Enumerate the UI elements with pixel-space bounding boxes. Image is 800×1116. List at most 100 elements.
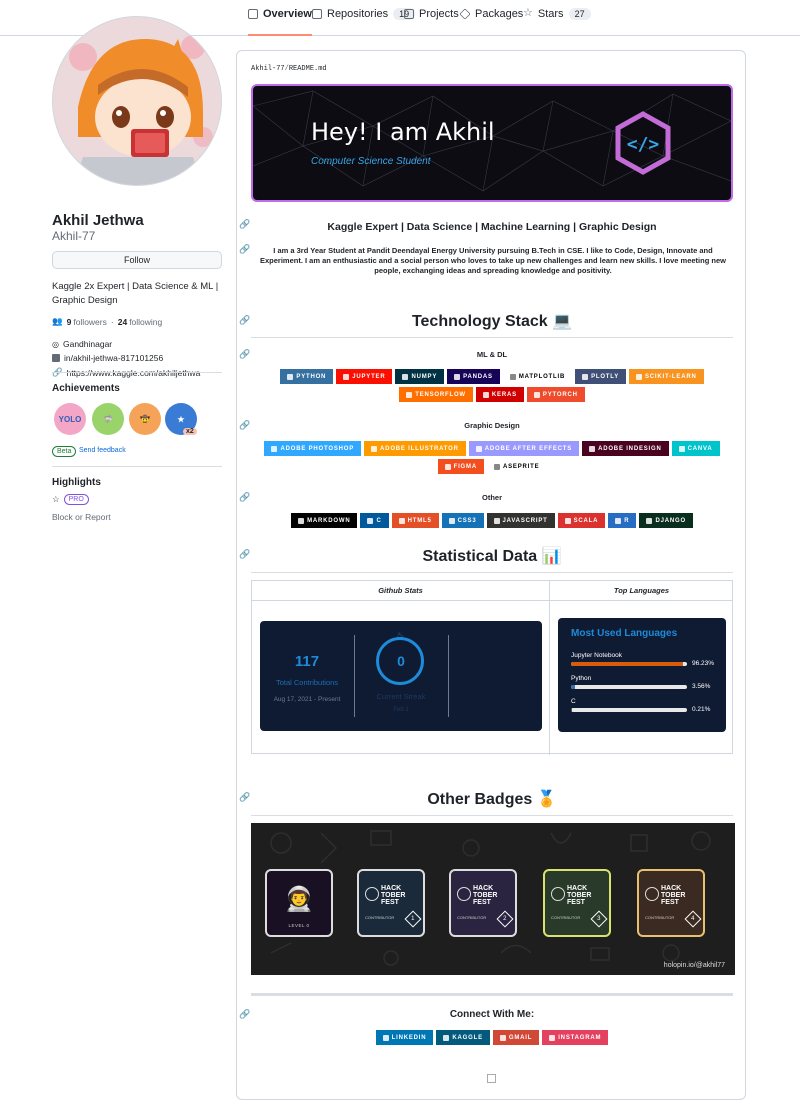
language-bar-fill <box>571 685 576 689</box>
following-link[interactable]: 24 following <box>118 317 163 327</box>
badge-label: KERAS <box>491 391 517 398</box>
css3-badge[interactable]: CSS3 <box>441 513 484 528</box>
send-feedback-link[interactable]: Send feedback <box>79 447 126 454</box>
streak-card[interactable]: 117 Total Contributions Aug 17, 2021 - P… <box>260 621 542 731</box>
readme-path-user[interactable]: Akhil-77 <box>251 65 285 73</box>
block-report-link[interactable]: Block or Report <box>52 512 111 522</box>
tab-label: Packages <box>475 8 524 20</box>
star-icon: ☆ <box>523 7 533 19</box>
current-streak-value: 0 <box>397 653 405 669</box>
badge-caption: CONTRIBUTOR <box>365 915 395 920</box>
language-name: Jupyter Notebook <box>571 652 622 659</box>
tab-stars[interactable]: ☆ Stars 27 <box>523 8 591 36</box>
tab-repositories[interactable]: Repositories 19 <box>312 8 416 36</box>
adobe-photoshop-badge[interactable]: ADOBE PHOTOSHOP <box>264 441 362 456</box>
html5-badge[interactable]: HTML5 <box>391 513 439 528</box>
yolo-badge-icon[interactable]: YOLO <box>54 403 86 435</box>
hacktoberfest-badge-icon <box>551 887 565 901</box>
tab-packages[interactable]: Packages <box>459 8 524 36</box>
pytorch-badge[interactable]: PYTORCH <box>526 387 585 402</box>
holopin-badge[interactable]: HACK TOBER FEST CONTRIBUTOR 2 <box>449 869 517 937</box>
badge-caption: CONTRIBUTOR <box>645 915 675 920</box>
top-languages-card[interactable]: Most Used Languages Jupyter Notebook 96.2… <box>558 618 726 732</box>
tab-label: Overview <box>263 8 312 20</box>
holopin-badge[interactable]: HACK TOBER FEST CONTRIBUTOR 1 <box>357 869 425 937</box>
adobe-illustrator-badge[interactable]: ADOBE ILLUSTRATOR <box>364 441 466 456</box>
banner-title: Hey! I am Akhil <box>311 118 495 146</box>
jupyter-badge[interactable]: JUPYTER <box>336 369 393 384</box>
anchor-link-icon[interactable]: 🔗 <box>239 244 250 255</box>
following-count: 24 <box>117 316 128 327</box>
quickdraw-badge-icon[interactable]: 🤠 <box>129 403 161 435</box>
language-name: C <box>571 698 576 705</box>
pandas-icon <box>454 373 461 380</box>
gmail-icon <box>499 1034 506 1041</box>
numpy-badge[interactable]: NUMPY <box>395 369 445 384</box>
holopin-badge[interactable]: HACK TOBER FEST CONTRIBUTOR 3 <box>543 869 611 937</box>
aseprite-icon <box>493 463 500 470</box>
profile-sidebar: ★ Akhil Jethwa Akhil-77 Follow Kaggle 2x… <box>52 16 272 378</box>
canva-badge[interactable]: CANVA <box>671 441 720 456</box>
markdown-badge[interactable]: MARKDOWN <box>291 513 358 528</box>
r-badge[interactable]: R <box>608 513 637 528</box>
aseprite-badge[interactable]: ASEPRITE <box>486 459 547 474</box>
tab-label: Projects <box>419 8 459 20</box>
location-row: ◎ Gandhinagar <box>52 339 112 349</box>
achievements-heading[interactable]: Achievements <box>52 383 120 394</box>
adobe-after-effects-badge[interactable]: ADOBE AFTER EFFECTS <box>468 441 580 456</box>
holopin-badge[interactable]: 👨‍🚀 LEVEL 0 <box>265 869 333 937</box>
badge-label: PYTHON <box>296 373 327 380</box>
javascript-badge[interactable]: JAVASCRIPT <box>486 513 555 528</box>
avatar[interactable] <box>52 16 222 186</box>
linkedin-badge[interactable]: LINKEDIN <box>375 1030 434 1045</box>
language-percent: 96.23% <box>692 660 715 667</box>
anchor-link-icon[interactable]: 🔗 <box>239 792 250 803</box>
following-label: following <box>129 316 163 327</box>
matplotlib-badge[interactable]: MATPLOTLIB <box>502 369 573 384</box>
connect-heading: Connect With Me: <box>449 1009 535 1020</box>
stats-col-github: Github Stats <box>378 586 423 595</box>
badge-label: NUMPY <box>411 373 438 380</box>
fire-icon: ♨ <box>396 630 405 640</box>
hacktoberfest-badge-icon <box>365 887 379 901</box>
follow-button[interactable]: Follow <box>52 251 222 269</box>
plotly-badge[interactable]: PLOTLY <box>575 369 626 384</box>
django-badge[interactable]: DJANGO <box>639 513 693 528</box>
python-badge[interactable]: PYTHON <box>280 369 334 384</box>
javascript-icon <box>493 517 500 524</box>
figma-badge[interactable]: FIGMA <box>437 459 484 474</box>
scikit-learn-badge[interactable]: SCIKIT-LEARN <box>629 369 704 384</box>
linkedin-icon <box>382 1034 389 1041</box>
pandas-badge[interactable]: PANDAS <box>447 369 500 384</box>
gmail-badge[interactable]: GMAIL <box>492 1030 540 1045</box>
tab-overview[interactable]: Overview <box>248 8 312 36</box>
stats-table-divider <box>549 581 550 755</box>
scala-badge[interactable]: SCALA <box>557 513 606 528</box>
badge-label: LINKEDIN <box>391 1034 427 1041</box>
divider <box>52 466 222 467</box>
kaggle-badge[interactable]: KAGGLE <box>436 1030 490 1045</box>
badge-caption: LEVEL 0 <box>288 923 310 928</box>
instagram-badge[interactable]: INSTAGRAM <box>542 1030 609 1045</box>
badge-label: SCALA <box>573 517 599 524</box>
tab-projects[interactable]: Projects <box>404 8 459 36</box>
tensorflow-icon <box>406 391 413 398</box>
followers-link[interactable]: 9 followers <box>67 317 107 327</box>
keras-badge[interactable]: KERAS <box>475 387 524 402</box>
holopin-badge[interactable]: HACK TOBER FEST CONTRIBUTOR 4 <box>637 869 705 937</box>
adobe-indesign-badge[interactable]: ADOBE INDESIGN <box>582 441 669 456</box>
divider <box>52 372 222 373</box>
kaggle-icon <box>443 1034 450 1041</box>
tensorflow-badge[interactable]: TENSORFLOW <box>399 387 473 402</box>
tech-stack-heading: Technology Stack 💻 <box>251 311 733 338</box>
linkedin-link[interactable]: in/akhil-jethwa-817101256 <box>64 353 163 363</box>
anchor-link-icon[interactable]: 🔗 <box>239 549 250 560</box>
holopin-board[interactable]: 👨‍🚀 LEVEL 0 HACK TOBER FEST CONTRIBUTOR … <box>251 823 735 975</box>
pull-shark-badge-icon[interactable]: 🦈 <box>92 403 124 435</box>
c-badge[interactable]: C <box>360 513 389 528</box>
readme-banner: </> Hey! I am Akhil Computer Science Stu… <box>251 84 733 202</box>
badge-label: KAGGLE <box>452 1034 483 1041</box>
holopin-handle[interactable]: holopin.io/@akhil77 <box>664 962 725 969</box>
anchor-link-icon[interactable]: 🔗 <box>239 315 250 326</box>
badge-label: INSTAGRAM <box>558 1034 602 1041</box>
